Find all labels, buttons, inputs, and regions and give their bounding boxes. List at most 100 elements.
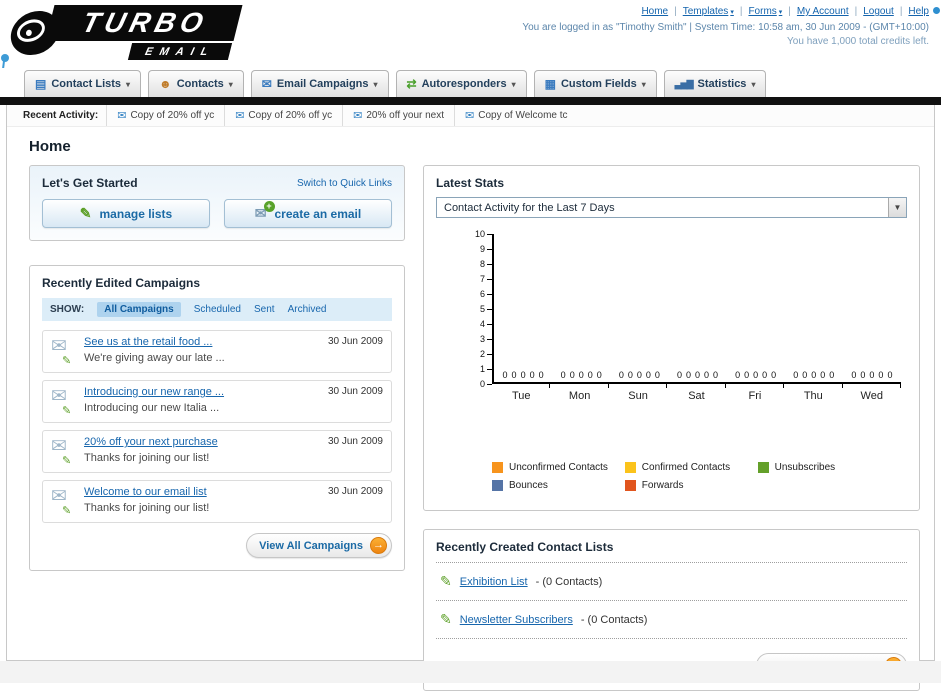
recent-activity-item[interactable]: ✉ 20% off your next (342, 105, 454, 126)
bar-value-label: 0 (685, 370, 691, 380)
bar-value-label: 0 (878, 370, 884, 380)
chart-legend: Unconfirmed Contacts Confirmed Contacts Un… (492, 462, 907, 498)
tab-custom-fields[interactable]: ▦ Custom Fields ▾ (533, 70, 657, 97)
legend-item: Confirmed Contacts (624, 462, 758, 473)
content-columns: Let's Get Started Switch to Quick Links … (7, 165, 934, 691)
legend-swatch (492, 480, 503, 491)
filter-all-campaigns[interactable]: All Campaigns (97, 302, 181, 317)
stats-period-select[interactable]: Contact Activity for the Last 7 Days ▼ (436, 197, 907, 218)
legend-item: Forwards (624, 480, 758, 491)
filter-scheduled[interactable]: Scheduled (194, 304, 241, 315)
contact-list-link[interactable]: Newsletter Subscribers (460, 614, 573, 626)
bar-value-label: 0 (694, 370, 700, 380)
legend-label: Unsubscribes (774, 462, 836, 473)
bar-group: 00000 (843, 370, 901, 382)
legend-item: Unsubscribes (757, 462, 891, 473)
switch-to-quick-links-link[interactable]: Switch to Quick Links (297, 178, 392, 189)
y-tick: 10 (470, 229, 492, 239)
legend-swatch (492, 462, 503, 473)
legend-item: Bounces (492, 480, 625, 491)
recently-edited-campaigns-panel: Recently Edited Campaigns SHOW: All Camp… (29, 265, 405, 571)
logo-text-email: EMAIL (143, 45, 217, 58)
chevron-down-icon: ▾ (373, 79, 378, 89)
legend-swatch (757, 462, 769, 473)
bar-value-label: 0 (802, 370, 808, 380)
chevron-down-icon: ▾ (751, 79, 756, 89)
email-icon: ✉ (465, 110, 475, 122)
campaign-subject: Thanks for joining our list! (84, 452, 210, 464)
get-started-panel: Let's Get Started Switch to Quick Links … (29, 165, 405, 241)
bar-value-label: 0 (645, 370, 651, 380)
campaign-title-link[interactable]: 20% off your next purchase (84, 436, 319, 448)
show-label: SHOW: (50, 304, 85, 315)
top-utility-links: Home Templates▾ Forms▾ My Account Logout Help (522, 6, 929, 17)
y-tick: 4 (470, 319, 492, 329)
tab-autoresponders[interactable]: ⇄ Autoresponders ▾ (395, 70, 527, 97)
bar-value-label: 0 (502, 370, 508, 380)
turbo-email-dashboard: { "page_title": "Home", "icons": { "penc… (0, 0, 941, 691)
email-icon: ✉ (117, 110, 127, 122)
pencil-icon: ✎ (62, 454, 72, 467)
contacts-icon: ☻ (159, 77, 172, 91)
tab-contact-lists[interactable]: ▤ Contact Lists ▾ (24, 70, 142, 97)
bar-group: 00000 (610, 370, 668, 382)
filter-archived[interactable]: Archived (288, 304, 327, 315)
manage-lists-button[interactable]: ✎ manage lists (42, 199, 210, 228)
campaign-row[interactable]: ✉ ✎ 20% off your next purchase Thanks fo… (42, 430, 392, 473)
latest-stats-panel: Latest Stats Contact Activity for the La… (423, 165, 920, 511)
page-title: Home (29, 138, 71, 155)
contact-list-link[interactable]: Exhibition List (460, 576, 528, 588)
bar-value-label: 0 (627, 370, 633, 380)
top-link-help[interactable]: Help (908, 6, 929, 17)
x-tick-label: Tue (492, 384, 551, 402)
recent-activity-item[interactable]: ✉ Copy of 20% off yc (106, 105, 224, 126)
campaign-title-link[interactable]: See us at the retail food ... (84, 336, 319, 348)
bar-value-label: 0 (587, 370, 593, 380)
top-link-logout[interactable]: Logout (863, 6, 894, 17)
recent-activity-item[interactable]: ✉ Copy of 20% off yc (224, 105, 342, 126)
tab-label: Contact Lists (51, 78, 122, 90)
logo-email-plate: EMAIL (127, 43, 233, 60)
plus-icon: + (263, 201, 275, 212)
bottom-strip (0, 661, 941, 683)
create-an-email-button[interactable]: ✉ + create an email (224, 199, 392, 228)
recent-activity-label: Recent Activity: (23, 110, 99, 121)
contact-count: - (0 Contacts) (535, 575, 603, 588)
legend-swatch (624, 480, 636, 491)
turbo-email-logo[interactable]: TURBO EMAIL (6, 3, 270, 62)
top-link-forms[interactable]: Forms ▾ (748, 6, 782, 17)
view-all-campaigns-button[interactable]: View All Campaigns → (246, 533, 392, 558)
campaign-date: 30 Jun 2009 (327, 336, 383, 347)
tab-statistics[interactable]: ▃▅▇ Statistics ▾ (663, 70, 767, 97)
campaign-row[interactable]: ✉ ✎ Welcome to our email list Thanks for… (42, 480, 392, 523)
tab-label: Contacts (176, 78, 224, 90)
tab-email-campaigns[interactable]: ✉ Email Campaigns ▾ (250, 70, 389, 97)
bar-value-label: 0 (771, 370, 777, 380)
contact-lists-panel-title: Recently Created Contact Lists (436, 540, 907, 563)
x-tick-label: Sun (609, 384, 668, 402)
bar-value-label: 0 (793, 370, 799, 380)
top-link-templates[interactable]: Templates ▾ (683, 6, 734, 17)
recent-activity-item[interactable]: ✉ Copy of Welcome tc (454, 105, 578, 126)
chevron-down-icon: ▾ (641, 79, 646, 89)
y-tick: 9 (470, 244, 492, 254)
bar-value-label: 0 (887, 370, 893, 380)
campaign-row[interactable]: ✉ ✎ See us at the retail food ... We're … (42, 330, 392, 373)
top-link-my-account[interactable]: My Account (797, 6, 849, 17)
contact-list-item[interactable]: ✎ Newsletter Subscribers - (0 Contacts) (436, 601, 907, 639)
campaign-title-link[interactable]: Introducing our new range ... (84, 386, 319, 398)
bar-value-label: 0 (511, 370, 517, 380)
contact-list-item[interactable]: ✎ Exhibition List - (0 Contacts) (436, 563, 907, 601)
bar-value-label: 0 (596, 370, 602, 380)
campaign-row[interactable]: ✉ ✎ Introducing our new range ... Introd… (42, 380, 392, 423)
pencil-icon: ✎ (79, 205, 92, 221)
contact-lists-icon: ▤ (35, 77, 47, 91)
tab-contacts[interactable]: ☻ Contacts ▾ (148, 70, 244, 97)
campaign-title-link[interactable]: Welcome to our email list (84, 486, 319, 498)
pencil-icon: ✎ (62, 504, 72, 517)
filter-sent[interactable]: Sent (254, 304, 275, 315)
get-started-title: Let's Get Started (42, 176, 138, 190)
bar-value-label: 0 (569, 370, 575, 380)
top-link-home[interactable]: Home (641, 6, 668, 17)
email-icon: ✉ (353, 110, 363, 122)
